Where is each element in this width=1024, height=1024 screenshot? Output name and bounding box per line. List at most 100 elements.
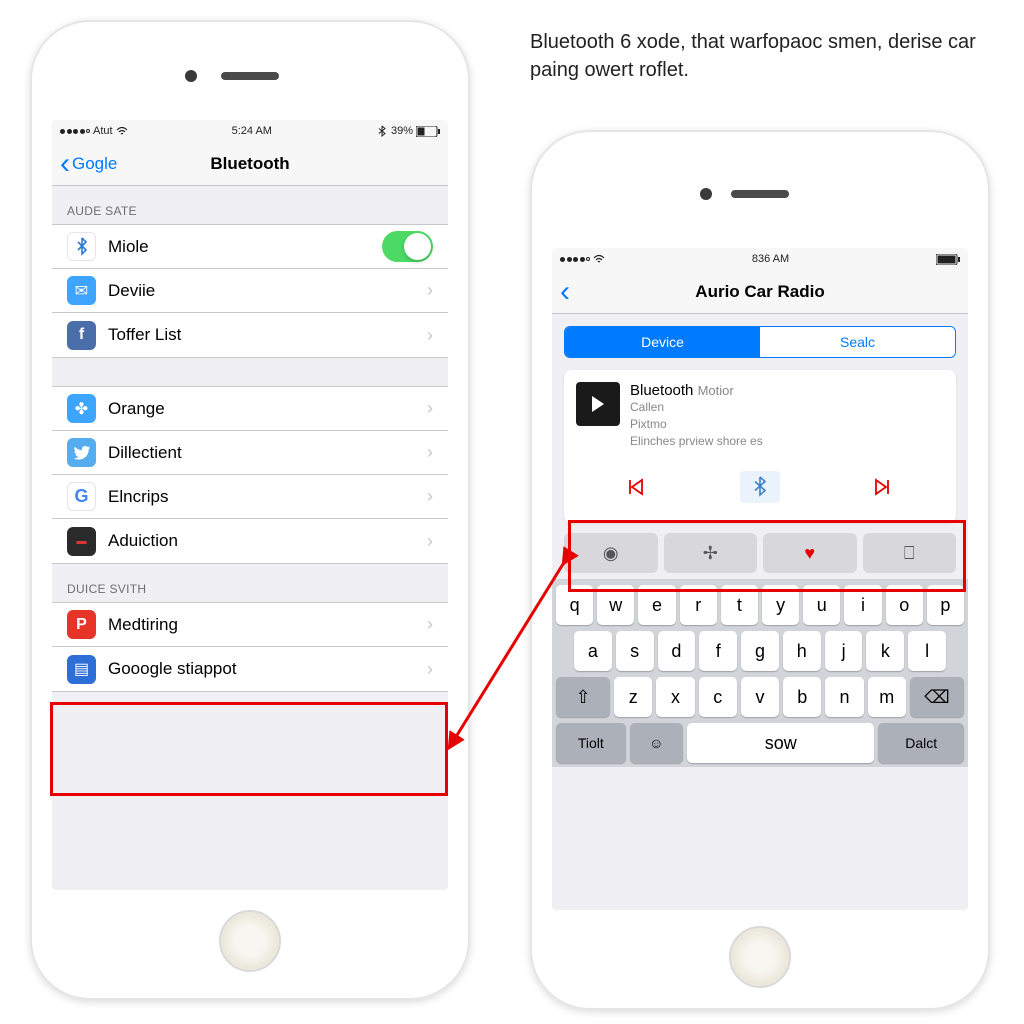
cell-aduiction[interactable]: ▬ Aduiction › <box>52 519 448 563</box>
fn-key-right[interactable]: Dalct <box>878 723 964 763</box>
key-k[interactable]: k <box>866 631 904 671</box>
camera-dot <box>185 70 197 82</box>
segment-seal[interactable]: Sealc <box>760 327 955 357</box>
battery-icon <box>936 254 960 265</box>
earpiece <box>731 190 789 198</box>
chevron-right-icon: › <box>427 659 433 680</box>
key-i[interactable]: i <box>844 585 881 625</box>
cell-dillectient[interactable]: Dillectient › <box>52 431 448 475</box>
key-n[interactable]: n <box>825 677 863 717</box>
icon-row <box>576 463 944 511</box>
key-r[interactable]: r <box>680 585 717 625</box>
key-u[interactable]: u <box>803 585 840 625</box>
battery-icon <box>416 126 440 137</box>
shift-key[interactable]: ⇧ <box>556 677 610 717</box>
cell-label: Orange <box>108 399 427 419</box>
toggle-switch[interactable] <box>382 231 433 262</box>
cell-device[interactable]: ✉ Deviie › <box>52 269 448 313</box>
key-l[interactable]: l <box>908 631 946 671</box>
chevron-right-icon: › <box>427 531 433 552</box>
back-button[interactable]: Gogle <box>52 154 117 174</box>
bluetooth-status-icon <box>376 125 388 137</box>
segment-device[interactable]: Device <box>565 327 760 357</box>
plus-quick-icon[interactable]: ✢ <box>664 533 758 573</box>
card-line-2: Pixtmo <box>630 416 944 433</box>
segmented-control[interactable]: Device Sealc <box>564 326 956 358</box>
chevron-right-icon: › <box>427 486 433 507</box>
key-w[interactable]: w <box>597 585 634 625</box>
cell-toffer-list[interactable]: f Toffer List › <box>52 313 448 357</box>
cell-google-snapshot[interactable]: ▤ Gooogle stiappot › <box>52 647 448 691</box>
key-b[interactable]: b <box>783 677 821 717</box>
phone-right: 836 AM Aurio Car Radio Device Sealc Blue… <box>530 130 990 1010</box>
bluetooth-card: Bluetooth Motior Callen Pixtmo Elinches … <box>564 370 956 523</box>
home-button[interactable] <box>219 910 281 972</box>
cell-orange[interactable]: ✤ Orange › <box>52 387 448 431</box>
chevron-right-icon: › <box>427 398 433 419</box>
album-art <box>576 382 620 426</box>
status-bar: 836 AM <box>552 248 968 270</box>
cell-bluetooth-toggle[interactable]: Miole <box>52 225 448 269</box>
cell-medtiring[interactable]: P Medtiring › <box>52 603 448 647</box>
key-t[interactable]: t <box>721 585 758 625</box>
wifi-icon <box>116 126 128 136</box>
key-a[interactable]: a <box>574 631 612 671</box>
key-f[interactable]: f <box>699 631 737 671</box>
chevron-right-icon: › <box>427 280 433 301</box>
section-header-1: AUDE SATE <box>52 186 448 224</box>
key-j[interactable]: j <box>825 631 863 671</box>
keyboard: qwertyuiop asdfghjkl ⇧ zxcvbnm ⌫ Tiolt ☺… <box>552 579 968 767</box>
bluetooth-action-icon[interactable] <box>740 471 780 503</box>
key-c[interactable]: c <box>699 677 737 717</box>
cell-label: Deviie <box>108 281 427 301</box>
key-y[interactable]: y <box>762 585 799 625</box>
cell-group-2: ✤ Orange › Dillectient › G Elncrips › ▬ … <box>52 386 448 564</box>
wifi-icon <box>593 254 605 264</box>
prev-track-icon[interactable] <box>617 471 657 503</box>
status-bar: Atut 5:24 AM 39% <box>52 120 448 142</box>
trash-quick-icon[interactable]: ⎕ <box>863 533 957 573</box>
card-title: Bluetooth Motior <box>630 382 944 399</box>
cell-label: Medtiring <box>108 615 427 635</box>
space-key[interactable]: sow <box>687 723 874 763</box>
flame-icon: ✤ <box>67 394 96 423</box>
chevron-right-icon: › <box>427 325 433 346</box>
fn-key-left[interactable]: Tiolt <box>556 723 626 763</box>
delete-key[interactable]: ⌫ <box>910 677 964 717</box>
nav-bar: Aurio Car Radio <box>552 270 968 314</box>
home-button[interactable] <box>729 926 791 988</box>
next-track-icon[interactable] <box>863 471 903 503</box>
messages-icon: ✉ <box>67 276 96 305</box>
key-h[interactable]: h <box>783 631 821 671</box>
card-line-3: Elinches prview shore es <box>630 433 944 450</box>
key-z[interactable]: z <box>614 677 652 717</box>
signal-dots <box>60 129 90 134</box>
key-o[interactable]: o <box>886 585 923 625</box>
caption-text: Bluetooth 6 xode, that warfopaoc smen, d… <box>530 28 1000 84</box>
key-x[interactable]: x <box>656 677 694 717</box>
bluetooth-icon <box>67 232 96 261</box>
carrier-label: Atut <box>93 125 113 137</box>
key-s[interactable]: s <box>616 631 654 671</box>
cell-label: Toffer List <box>108 325 427 345</box>
cell-group-1: Miole ✉ Deviie › f Toffer List › <box>52 224 448 358</box>
key-v[interactable]: v <box>741 677 779 717</box>
key-p[interactable]: p <box>927 585 964 625</box>
phone-left: Atut 5:24 AM 39% Gogle Bluetooth AUDE SA… <box>30 20 470 1000</box>
emoji-key[interactable]: ☺ <box>630 723 684 763</box>
key-g[interactable]: g <box>741 631 779 671</box>
key-e[interactable]: e <box>638 585 675 625</box>
section-header-3: DUICE SVITH <box>52 564 448 602</box>
left-screen: Atut 5:24 AM 39% Gogle Bluetooth AUDE SA… <box>52 120 448 890</box>
key-d[interactable]: d <box>658 631 696 671</box>
camera-quick-icon[interactable]: ◉ <box>564 533 658 573</box>
cell-label: Aduiction <box>108 531 427 551</box>
key-q[interactable]: q <box>556 585 593 625</box>
cell-encrips[interactable]: G Elncrips › <box>52 475 448 519</box>
key-m[interactable]: m <box>868 677 906 717</box>
heart-quick-icon[interactable]: ♥ <box>763 533 857 573</box>
chevron-right-icon: › <box>427 614 433 635</box>
signal-dots <box>560 257 590 262</box>
earpiece <box>221 72 279 80</box>
cell-group-3: P Medtiring › ▤ Gooogle stiappot › <box>52 602 448 692</box>
